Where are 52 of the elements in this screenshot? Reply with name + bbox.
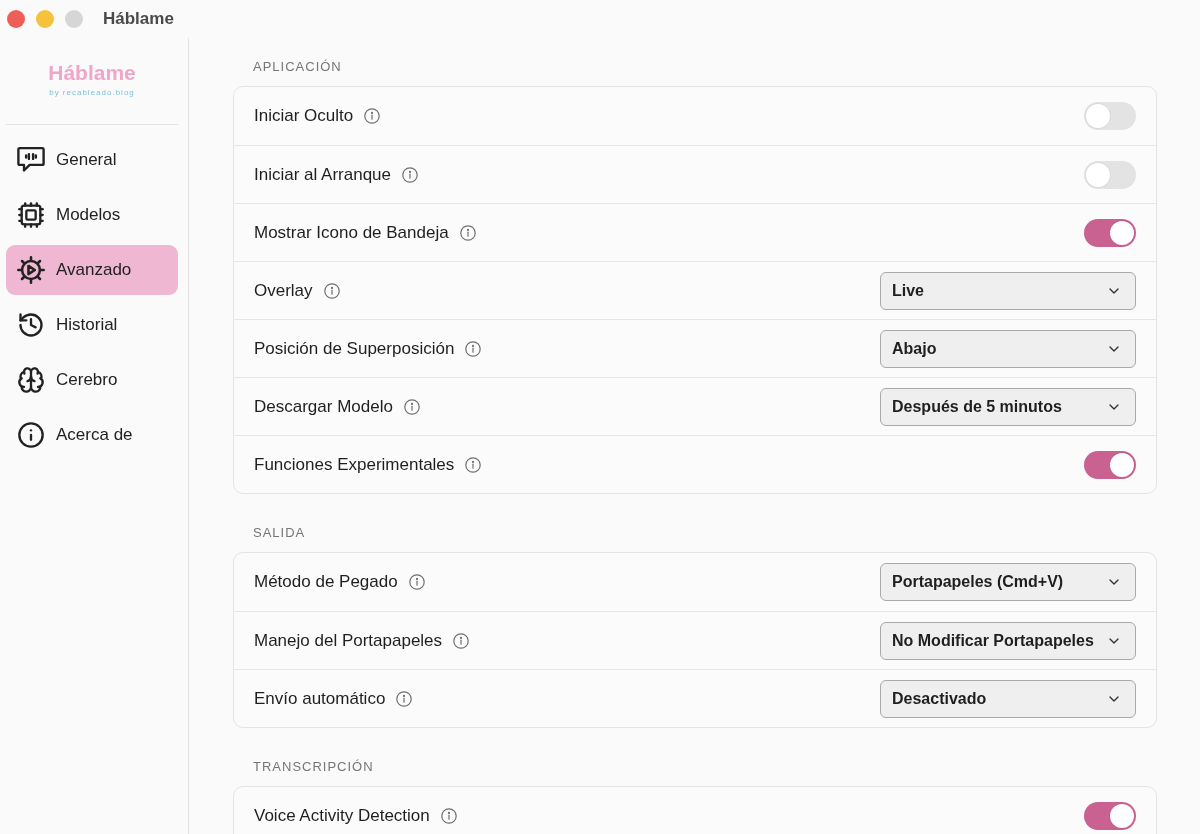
dropdown-select[interactable]: Desactivado	[880, 679, 1136, 718]
setting-label: Método de Pegado	[254, 572, 398, 592]
logo-subtitle: by recableado.blog	[49, 87, 135, 99]
sidebar-item[interactable]: Cerebro	[6, 355, 178, 405]
info-icon[interactable]	[465, 340, 482, 357]
dropdown-select[interactable]: Live	[880, 271, 1136, 310]
setting-label: Descargar Modelo	[254, 396, 393, 417]
sidebar-item[interactable]: Historial	[6, 300, 178, 350]
info-icon[interactable]	[403, 398, 420, 415]
setting-label: Envío automático	[254, 688, 386, 709]
section-heading: APLICACIÓN	[252, 58, 343, 76]
info-icon[interactable]	[364, 108, 381, 124]
info-icon[interactable]	[459, 224, 476, 241]
dropdown-select[interactable]: Abajo	[880, 329, 1136, 368]
sidebar-item[interactable]: Avanzado	[6, 245, 178, 295]
toggle-switch[interactable]	[1084, 218, 1136, 247]
history-icon	[17, 311, 45, 339]
dropdown-select[interactable]: Después de 5 minutos	[880, 387, 1136, 426]
setting-label: Mostrar Icono de Bandeja	[254, 222, 449, 243]
brain-icon	[17, 366, 45, 394]
setting-label: Iniciar al Arranque	[254, 164, 392, 185]
dropdown-select[interactable]: Portapapeles (Cmd+V)	[880, 563, 1136, 601]
dropdown-select[interactable]: No Modificar Portapapeles	[880, 621, 1136, 660]
setting-label: Manejo del Portapapeles	[254, 630, 443, 651]
sidebar-item[interactable]: General	[6, 135, 178, 185]
toggle-switch[interactable]	[1084, 160, 1136, 189]
cpu-icon	[17, 201, 45, 229]
info-icon[interactable]	[453, 632, 470, 649]
logo-title: Háblame	[48, 61, 136, 85]
section-heading: SALIDA	[252, 524, 307, 542]
info-icon[interactable]	[323, 282, 340, 299]
toggle-switch[interactable]	[1084, 102, 1136, 130]
info-circle-icon	[17, 421, 45, 449]
setting-label: Voice Activity Detection	[254, 806, 430, 826]
section-heading: TRANSCRIPCIÓN	[252, 758, 375, 776]
chat-waveform-icon	[17, 146, 45, 174]
setting-label: Funciones Experimentales	[254, 454, 455, 475]
setting-label: Iniciar Oculto	[254, 106, 354, 126]
close-button[interactable]	[7, 10, 25, 28]
setting-label: Overlay	[254, 280, 313, 301]
window-title: Háblame	[103, 9, 174, 29]
gear-play-icon	[17, 256, 45, 284]
toggle-switch[interactable]	[1084, 450, 1136, 479]
sidebar-item[interactable]: Modelos	[6, 190, 178, 240]
info-icon[interactable]	[402, 166, 419, 183]
info-icon[interactable]	[396, 690, 413, 707]
toggle-switch[interactable]	[1084, 802, 1136, 830]
info-icon[interactable]	[465, 456, 482, 473]
setting-label: Posición de Superposición	[254, 338, 455, 359]
info-icon[interactable]	[440, 808, 457, 824]
info-icon[interactable]	[408, 574, 425, 590]
sidebar-item[interactable]: Acerca de	[6, 410, 178, 460]
